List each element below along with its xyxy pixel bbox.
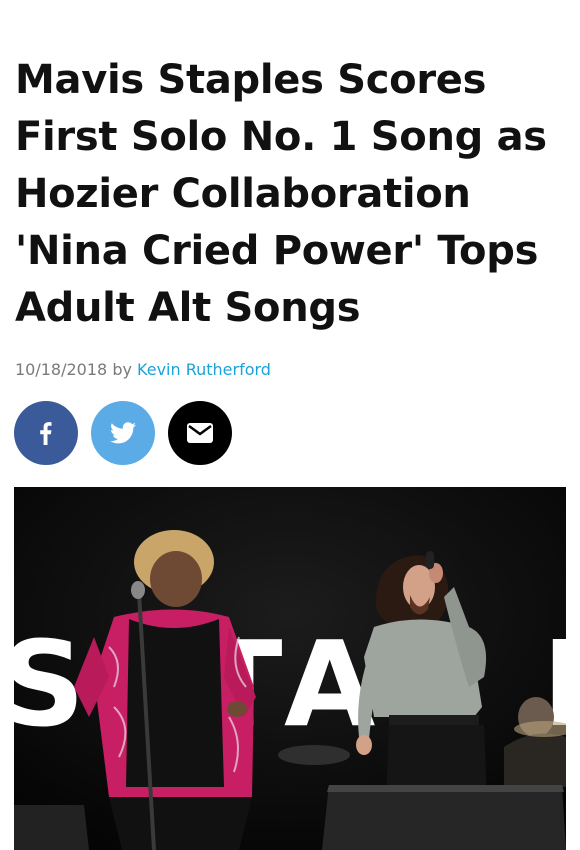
envelope-icon	[187, 423, 213, 443]
byline-by: by	[112, 360, 132, 379]
facebook-share-button[interactable]	[14, 401, 78, 465]
author-link[interactable]: Kevin Rutherford	[137, 360, 271, 379]
backdrop-letter-s: S	[14, 615, 85, 753]
share-buttons	[14, 401, 232, 465]
twitter-share-button[interactable]	[91, 401, 155, 465]
concert-photo: S T A L	[14, 487, 566, 850]
article-headline: Mavis Staples Scores First Solo No. 1 So…	[15, 57, 547, 331]
publish-date: 10/18/2018	[15, 360, 108, 379]
twitter-bird-icon	[110, 422, 136, 444]
email-share-button[interactable]	[168, 401, 232, 465]
article-byline: 10/18/2018 by Kevin Rutherford	[15, 360, 271, 379]
facebook-icon	[40, 422, 52, 445]
article-hero-image: S T A L	[14, 487, 566, 850]
